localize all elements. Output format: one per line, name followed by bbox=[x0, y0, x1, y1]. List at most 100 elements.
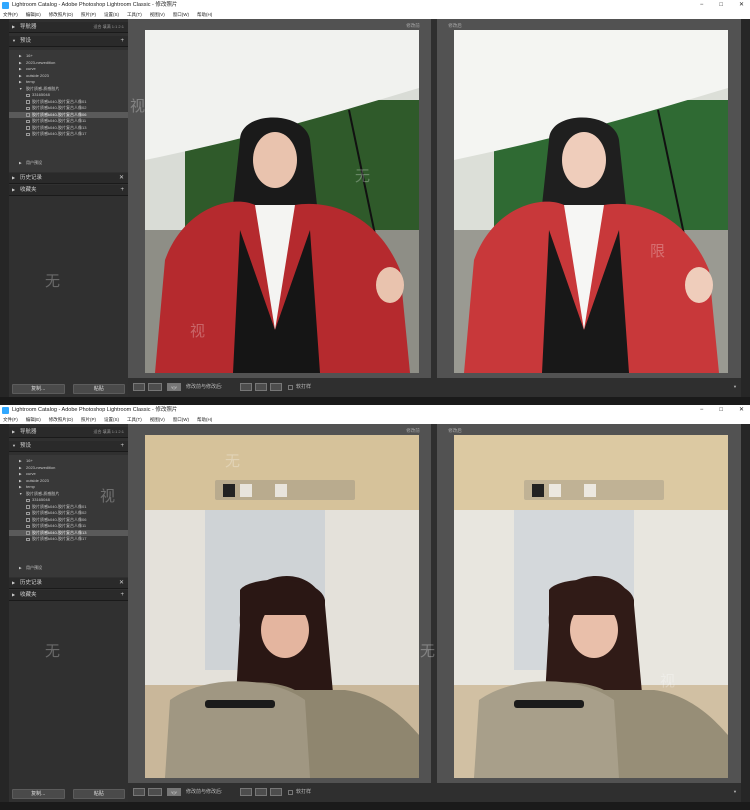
navigator-panel-header[interactable]: ▶ 导航器 适合 填满 1:1 2:1 bbox=[9, 427, 128, 438]
paste-button[interactable]: 粘贴 bbox=[72, 384, 125, 394]
menu-develop[interactable]: 修改照片(D) bbox=[49, 416, 73, 424]
yy-mode-button[interactable]: Y|Y bbox=[167, 788, 181, 796]
maximize-icon[interactable]: □ bbox=[719, 0, 723, 11]
add-collection-icon[interactable]: + bbox=[120, 590, 124, 600]
menu-settings[interactable]: 设置(S) bbox=[104, 11, 119, 19]
swap-before-after-icon[interactable] bbox=[270, 383, 282, 391]
menu-window[interactable]: 窗口(W) bbox=[173, 11, 189, 19]
before-after-mode-icon[interactable] bbox=[148, 788, 162, 796]
collapse-triangle-icon[interactable]: ▶ bbox=[12, 578, 15, 588]
menu-photo[interactable]: 照片(P) bbox=[81, 11, 96, 19]
copy-after-to-before-icon[interactable] bbox=[255, 383, 267, 391]
collapse-triangle-icon[interactable]: ▶ bbox=[12, 427, 15, 437]
title-bar: Lightroom Catalog - Adobe Photoshop Ligh… bbox=[0, 0, 750, 11]
copy-button[interactable]: 复制... bbox=[12, 789, 65, 799]
menu-bar: 文件(F) 编辑(E) 修改照片(D) 照片(P) 设置(S) 工具(T) 视图… bbox=[0, 416, 750, 424]
toolbar-menu-icon[interactable]: ▼ bbox=[733, 383, 737, 391]
menu-file[interactable]: 文件(F) bbox=[3, 11, 18, 19]
collections-panel-header[interactable]: ▶ 收藏夹 + bbox=[9, 590, 128, 601]
menu-tools[interactable]: 工具(T) bbox=[127, 11, 142, 19]
lightroom-window-top: Lightroom Catalog - Adobe Photoshop Ligh… bbox=[0, 0, 750, 405]
before-after-view: 修改前 修改后 bbox=[128, 19, 741, 378]
before-after-mode-icon[interactable] bbox=[148, 383, 162, 391]
user-presets-folder[interactable]: ▶ 用户预设 bbox=[9, 565, 128, 572]
left-panel: ▶ 导航器 适合 填满 1:1 2:1 ▼ 预设 + ▶ 16+ ▶ 2023-ne… bbox=[9, 19, 128, 397]
menu-window[interactable]: 窗口(W) bbox=[173, 416, 189, 424]
menu-view[interactable]: 视图(V) bbox=[150, 416, 165, 424]
preset-item[interactable]: 胶片质感k040-胶片复古人像17 bbox=[9, 536, 128, 543]
watermark: 视 bbox=[190, 322, 206, 340]
close-icon[interactable]: ✕ bbox=[739, 0, 744, 11]
clear-history-icon[interactable]: ✕ bbox=[119, 173, 124, 183]
copy-before-to-after-icon[interactable] bbox=[240, 383, 252, 391]
navigator-panel-header[interactable]: ▶ 导航器 适合 填满 1:1 2:1 bbox=[9, 22, 128, 33]
before-label: 修改前 bbox=[406, 23, 420, 28]
menu-edit[interactable]: 编辑(E) bbox=[26, 416, 41, 424]
collapse-triangle-icon[interactable]: ▶ bbox=[12, 22, 15, 32]
minimize-icon[interactable]: − bbox=[700, 0, 704, 11]
loupe-view-icon[interactable] bbox=[133, 383, 145, 391]
navigator-zoom-options[interactable]: 适合 填满 1:1 2:1 bbox=[94, 427, 124, 437]
menu-help[interactable]: 帮助(H) bbox=[197, 11, 212, 19]
menu-settings[interactable]: 设置(S) bbox=[104, 416, 119, 424]
collections-panel-header[interactable]: ▶ 收藏夹 + bbox=[9, 185, 128, 196]
swap-before-after-icon[interactable] bbox=[270, 788, 282, 796]
close-icon[interactable]: ✕ bbox=[739, 405, 744, 416]
presets-title: 预设 bbox=[20, 38, 32, 44]
copy-before-to-after-icon[interactable] bbox=[240, 788, 252, 796]
history-panel-header[interactable]: ▶ 历史记录 ✕ bbox=[9, 173, 128, 184]
add-preset-icon[interactable]: + bbox=[120, 441, 124, 451]
lightroom-app-icon bbox=[2, 2, 9, 9]
history-title: 历史记录 bbox=[20, 175, 43, 181]
before-photo[interactable] bbox=[145, 30, 419, 373]
clear-history-icon[interactable]: ✕ bbox=[119, 578, 124, 588]
presets-list: ▶ 16+ ▶ 2023-newedition ▶ curve ▶ outside 20… bbox=[9, 455, 128, 577]
develop-toolbar: Y|Y 修改前与修改后: 软打样 ▼ bbox=[128, 783, 741, 802]
before-after-label: 修改前与修改后: bbox=[186, 384, 223, 390]
collapse-triangle-icon[interactable]: ▶ bbox=[12, 173, 15, 183]
minimize-icon[interactable]: − bbox=[700, 405, 704, 416]
collapse-triangle-icon[interactable]: ▶ bbox=[12, 185, 15, 195]
left-panel: ▶ 导航器 适合 填满 1:1 2:1 ▼ 预设 + ▶ 16+ ▶ 2023-ne… bbox=[9, 424, 128, 802]
expand-triangle-icon[interactable]: ▼ bbox=[12, 441, 16, 451]
menu-edit[interactable]: 编辑(E) bbox=[26, 11, 41, 19]
copy-after-to-before-icon[interactable] bbox=[255, 788, 267, 796]
soft-proof-checkbox[interactable] bbox=[288, 790, 293, 795]
yy-mode-button[interactable]: Y|Y bbox=[167, 383, 181, 391]
after-photo[interactable] bbox=[454, 30, 728, 373]
collapse-triangle-icon[interactable]: ▶ bbox=[12, 590, 15, 600]
presets-title: 预设 bbox=[20, 443, 32, 449]
expand-triangle-icon[interactable]: ▼ bbox=[12, 36, 16, 46]
navigator-title: 导航器 bbox=[20, 429, 37, 435]
navigator-zoom-options[interactable]: 适合 填满 1:1 2:1 bbox=[94, 22, 124, 32]
filmstrip-edge bbox=[0, 802, 750, 810]
collections-title: 收藏夹 bbox=[20, 592, 37, 598]
history-panel-header[interactable]: ▶ 历史记录 ✕ bbox=[9, 578, 128, 589]
preset-item[interactable]: 胶片质感k040-胶片复古人像17 bbox=[9, 131, 128, 138]
after-photo[interactable] bbox=[454, 435, 728, 778]
menu-tools[interactable]: 工具(T) bbox=[127, 416, 142, 424]
left-edge-strip bbox=[0, 19, 9, 397]
menu-help[interactable]: 帮助(H) bbox=[197, 416, 212, 424]
before-after-view: 修改前 修改后 bbox=[128, 424, 741, 783]
before-photo[interactable] bbox=[145, 435, 419, 778]
add-collection-icon[interactable]: + bbox=[120, 185, 124, 195]
menu-file[interactable]: 文件(F) bbox=[3, 416, 18, 424]
menu-photo[interactable]: 照片(P) bbox=[81, 416, 96, 424]
paste-button[interactable]: 粘贴 bbox=[72, 789, 125, 799]
menu-develop[interactable]: 修改照片(D) bbox=[49, 11, 73, 19]
user-presets-folder[interactable]: ▶ 用户预设 bbox=[9, 160, 128, 167]
menu-view[interactable]: 视图(V) bbox=[150, 11, 165, 19]
umbrella-portrait-image bbox=[145, 30, 419, 373]
history-title: 历史记录 bbox=[20, 580, 43, 586]
toolbar-menu-icon[interactable]: ▼ bbox=[733, 788, 737, 796]
presets-panel-header[interactable]: ▼ 预设 + bbox=[9, 441, 128, 452]
watermark: 视 bbox=[100, 487, 116, 505]
loupe-view-icon[interactable] bbox=[133, 788, 145, 796]
watermark: 视 bbox=[660, 672, 676, 690]
maximize-icon[interactable]: □ bbox=[719, 405, 723, 416]
presets-panel-header[interactable]: ▼ 预设 + bbox=[9, 36, 128, 47]
add-preset-icon[interactable]: + bbox=[120, 36, 124, 46]
copy-button[interactable]: 复制... bbox=[12, 384, 65, 394]
soft-proof-checkbox[interactable] bbox=[288, 385, 293, 390]
